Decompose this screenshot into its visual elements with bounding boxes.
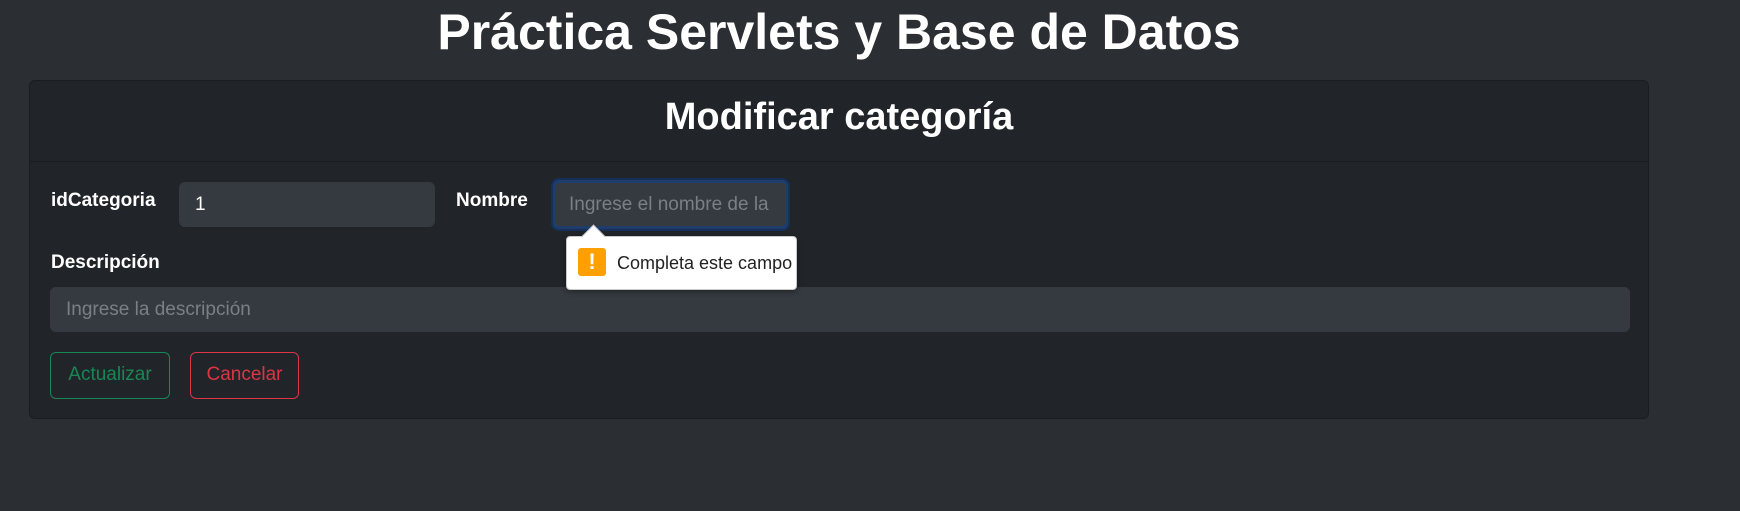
card-title: Modificar categoría [664, 96, 1014, 138]
nombre-label: Nombre [456, 190, 528, 211]
edit-category-card: Modificar categoría idCategoria Nombre D… [29, 80, 1649, 419]
descripcion-input[interactable] [50, 287, 1630, 332]
id-categoria-input[interactable] [179, 182, 435, 227]
validation-message: Completa este campo [617, 253, 793, 273]
descripcion-label: Descripción [51, 252, 160, 273]
cancel-button[interactable]: Cancelar [190, 352, 299, 399]
page-title: Práctica Servlets y Base de Datos [437, 4, 1241, 60]
update-button[interactable]: Actualizar [50, 352, 170, 399]
nombre-input[interactable] [553, 180, 788, 229]
warning-icon: ! [578, 248, 606, 276]
validation-tooltip: ! Completa este campo [566, 224, 797, 290]
card-header: Modificar categoría [30, 81, 1648, 162]
id-categoria-label: idCategoria [51, 190, 156, 211]
